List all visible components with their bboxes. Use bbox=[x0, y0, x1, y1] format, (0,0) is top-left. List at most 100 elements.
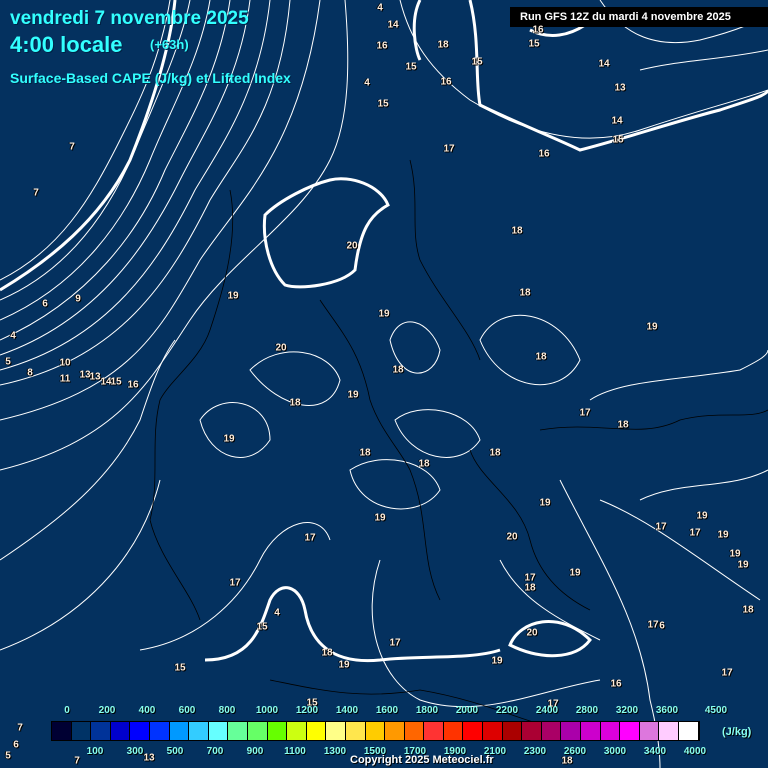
contour-label: 19 bbox=[374, 512, 386, 524]
legend-swatch bbox=[91, 722, 111, 740]
contour-label: 15 bbox=[377, 98, 389, 110]
legend-swatch bbox=[424, 722, 444, 740]
contour-label: 19 bbox=[227, 290, 239, 302]
contour-label: 17 bbox=[721, 667, 733, 679]
legend-top-label: 1600 bbox=[375, 705, 399, 716]
legend-swatch bbox=[522, 722, 542, 740]
contour-label: 13 bbox=[143, 752, 155, 764]
contour-label: 14 bbox=[598, 58, 610, 70]
legend-bottom-label: 900 bbox=[246, 746, 264, 757]
contour-label: 20 bbox=[275, 342, 287, 354]
contour-label: 19 bbox=[338, 659, 350, 671]
contour-label: 5 bbox=[5, 750, 11, 762]
contour-label: 11 bbox=[59, 373, 71, 385]
legend-swatch bbox=[502, 722, 523, 740]
parameter-title: Surface-Based CAPE (J/kg) et Lifted Inde… bbox=[10, 70, 291, 86]
legend-swatch bbox=[326, 722, 346, 740]
legend-swatch bbox=[306, 722, 327, 740]
contour-label: 18 bbox=[392, 364, 404, 376]
forecast-date: vendredi 7 novembre 2025 bbox=[10, 8, 249, 29]
run-info: Run GFS 12Z du mardi 4 novembre 2025 bbox=[510, 7, 768, 27]
forecast-lead: (+63h) bbox=[150, 37, 189, 52]
contour-label: 7 bbox=[74, 755, 80, 767]
contour-label: 4 bbox=[10, 330, 16, 342]
legend-bottom-label: 500 bbox=[166, 746, 184, 757]
legend-bottom-label: 700 bbox=[206, 746, 224, 757]
legend-swatch bbox=[443, 722, 464, 740]
legend-bottom-label: 4000 bbox=[683, 746, 707, 757]
contour-label: 19 bbox=[223, 433, 235, 445]
contour-label: 20 bbox=[346, 240, 358, 252]
legend-swatch bbox=[208, 722, 229, 740]
legend-bottom-label: 1300 bbox=[323, 746, 347, 757]
contour-label: 9 bbox=[75, 293, 81, 305]
contour-label: 10 bbox=[59, 357, 71, 369]
contour-label: 18 bbox=[524, 582, 536, 594]
legend-swatch bbox=[189, 722, 209, 740]
contour-label: 17 bbox=[389, 637, 401, 649]
legend-top-label: 1200 bbox=[295, 705, 319, 716]
legend-top-label: 0 bbox=[64, 705, 70, 716]
contour-label: 20 bbox=[526, 627, 538, 639]
contour-label: 16 bbox=[440, 76, 452, 88]
legend-swatch bbox=[247, 722, 268, 740]
contour-label: 15 bbox=[174, 662, 186, 674]
contour-label: 18 bbox=[289, 397, 301, 409]
legend-bottom-label: 100 bbox=[86, 746, 104, 757]
legend-swatch bbox=[365, 722, 386, 740]
contour-label: 17 bbox=[443, 143, 455, 155]
legend-swatch bbox=[620, 722, 640, 740]
forecast-time: 4:00 locale bbox=[10, 32, 123, 57]
legend-top-label: 1000 bbox=[255, 705, 279, 716]
legend-swatch bbox=[149, 722, 170, 740]
contour-label: 18 bbox=[561, 755, 573, 767]
contour-label: 4 bbox=[364, 77, 370, 89]
contour-label: 17 bbox=[579, 407, 591, 419]
contour-label: 17 bbox=[689, 527, 701, 539]
copyright: Copyright 2025 Meteociel.fr bbox=[350, 754, 494, 766]
legend-top-label: 2800 bbox=[575, 705, 599, 716]
contour-label: 19 bbox=[491, 655, 503, 667]
contour-label: 8 bbox=[27, 367, 33, 379]
contour-label: 15 bbox=[110, 376, 122, 388]
contour-label: 19 bbox=[737, 559, 749, 571]
legend-bottom-label: 2300 bbox=[523, 746, 547, 757]
contour-label: 19 bbox=[569, 567, 581, 579]
contour-label: 18 bbox=[519, 287, 531, 299]
legend-swatch bbox=[287, 722, 307, 740]
legend-swatch bbox=[130, 722, 150, 740]
contour-label: 18 bbox=[418, 458, 430, 470]
contour-label: 19 bbox=[696, 510, 708, 522]
legend-top-label: 2200 bbox=[495, 705, 519, 716]
contour-label: 18 bbox=[511, 225, 523, 237]
contour-label: 14 bbox=[387, 19, 399, 31]
borders bbox=[149, 159, 768, 734]
contour-label: 20 bbox=[506, 531, 518, 543]
legend-swatch bbox=[52, 722, 72, 740]
contour-label: 19 bbox=[646, 321, 658, 333]
legend-swatch bbox=[600, 722, 621, 740]
contour-label: 19 bbox=[378, 308, 390, 320]
contour-label: 4 bbox=[274, 607, 280, 619]
legend-top-label: 1400 bbox=[335, 705, 359, 716]
legend-top-label: 800 bbox=[218, 705, 236, 716]
legend-swatch bbox=[659, 722, 679, 740]
legend-swatch bbox=[267, 722, 288, 740]
contour-label: 15 bbox=[471, 56, 483, 68]
contour-label: 13 bbox=[89, 371, 101, 383]
legend-top-label: 2400 bbox=[535, 705, 559, 716]
legend-top-label: 3200 bbox=[615, 705, 639, 716]
contour-label: 16 bbox=[376, 40, 388, 52]
contour-label: 15 bbox=[528, 38, 540, 50]
legend-bottom-label: 3400 bbox=[643, 746, 667, 757]
legend-swatch bbox=[404, 722, 425, 740]
contour-label: 19 bbox=[717, 529, 729, 541]
contour-label: 17 bbox=[647, 619, 659, 631]
contour-label: 18 bbox=[617, 419, 629, 431]
legend-bottom-label: 3000 bbox=[603, 746, 627, 757]
contour-label: 16 bbox=[610, 678, 622, 690]
legend-swatch bbox=[169, 722, 190, 740]
legend-top-label: 400 bbox=[138, 705, 156, 716]
contour-label: 19 bbox=[539, 497, 551, 509]
legend-swatch bbox=[463, 722, 484, 740]
